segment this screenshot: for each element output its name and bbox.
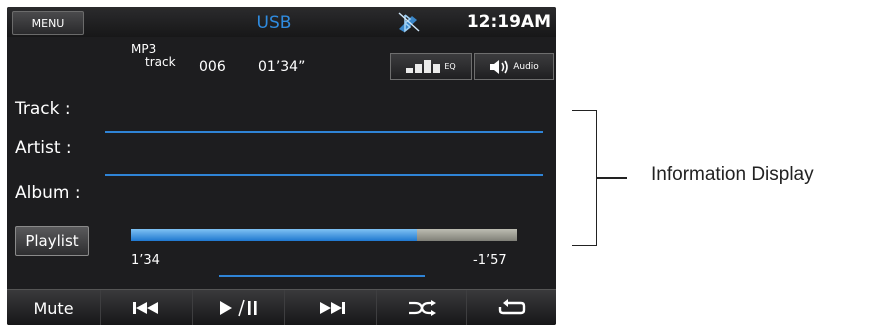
callout-leader-line — [597, 177, 627, 179]
artist-label: Artist : — [15, 138, 72, 158]
callout-bracket — [572, 110, 597, 246]
callout-label: Information Display — [651, 164, 814, 185]
bluetooth-disabled-icon — [396, 11, 422, 33]
mute-button[interactable]: Mute — [7, 290, 100, 325]
previous-track-icon — [133, 302, 158, 314]
repeat-icon — [498, 299, 526, 315]
menu-button[interactable]: MENU — [12, 11, 84, 35]
speaker-icon — [490, 59, 509, 74]
audio-label: Audio — [513, 61, 539, 72]
page-indicator — [219, 275, 425, 277]
play-pause-button[interactable] — [192, 290, 285, 325]
clock: 12:19AM — [466, 12, 551, 32]
repeat-button[interactable] — [466, 290, 556, 325]
elapsed-time: 1’34 — [131, 253, 160, 268]
eq-button[interactable]: EQ — [390, 53, 472, 80]
track-title-line — [105, 131, 543, 133]
status-bar: MENU USB 12:19AM — [7, 7, 556, 37]
shuffle-button[interactable] — [376, 290, 467, 325]
previous-track-button[interactable] — [100, 290, 193, 325]
progress-bar[interactable] — [131, 229, 517, 241]
progress-fill — [131, 229, 417, 241]
track-title-label: Track : — [15, 99, 71, 119]
next-track-button[interactable] — [284, 290, 377, 325]
audio-button[interactable]: Audio — [474, 53, 554, 80]
control-bar: Mute — [7, 289, 556, 325]
play-pause-icon — [220, 299, 257, 317]
source-title: USB — [256, 13, 292, 33]
shuffle-icon — [409, 300, 436, 316]
file-format: MP3 track — [131, 43, 176, 69]
track-number: 006 — [199, 59, 226, 75]
head-unit-screen: MENU USB 12:19AM MP3 track 006 01’34” EQ… — [7, 7, 556, 325]
next-track-icon — [320, 302, 345, 314]
playlist-button[interactable]: Playlist — [15, 226, 89, 256]
artist-line — [105, 174, 543, 176]
album-label: Album : — [15, 183, 81, 203]
equalizer-icon — [406, 60, 441, 73]
format-mode: track — [145, 55, 176, 69]
remaining-time: -1’57 — [473, 253, 507, 268]
track-elapsed-time: 01’34” — [258, 59, 306, 75]
eq-label: EQ — [444, 62, 456, 71]
